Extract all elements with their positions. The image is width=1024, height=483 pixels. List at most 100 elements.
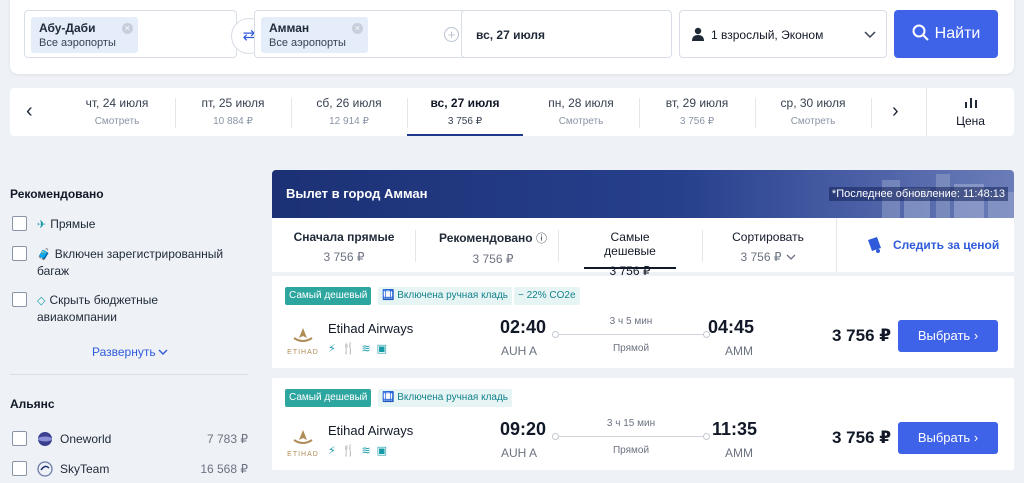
find-button[interactable]: Найти xyxy=(894,10,998,58)
follow-price-button[interactable]: Следить за ценой xyxy=(836,218,1014,272)
last-update: *Последнее обновление: 11:48:13 xyxy=(828,187,1008,201)
sort-direct-first[interactable]: Сначала прямые 3 756 ₽ xyxy=(286,218,402,272)
date-day: сб, 26 июля xyxy=(316,96,382,110)
results-header: Вылет в город Амман *Последнее обновлени… xyxy=(272,170,1014,218)
hand-luggage-text: Включена ручная кладь xyxy=(397,392,509,403)
select-label: Выбрать xyxy=(917,328,971,343)
flight-price: 3 756 ₽ xyxy=(832,326,892,345)
date-cell[interactable]: вт, 29 июля 3 756 ₽ xyxy=(639,88,755,136)
route-start-dot xyxy=(552,433,559,440)
sort-divider xyxy=(558,230,559,262)
date-cell[interactable]: пт, 25 июля 10 884 ₽ xyxy=(175,88,291,136)
flight-duration: 3 ч 15 мин xyxy=(606,418,656,429)
direct-label: Прямые xyxy=(50,217,96,231)
direct-option[interactable]: ✈ Прямые xyxy=(37,216,95,233)
date-day: пн, 28 июля xyxy=(548,96,614,110)
arrival-time: 04:45 xyxy=(708,317,755,337)
sort-value: 3 756 ₽ xyxy=(323,250,365,264)
skyteam-name: SkyTeam xyxy=(60,462,110,476)
skyteam-logo-icon xyxy=(37,461,53,477)
passengers-field[interactable]: 1 взрослый, Эконом xyxy=(679,10,887,58)
date-price: Смотреть xyxy=(558,116,604,127)
direct-checkbox[interactable] xyxy=(12,216,27,231)
sort-divider xyxy=(415,230,416,262)
power-icon: ⚡ xyxy=(328,445,342,457)
sort-bar: Сначала прямые 3 756 ₽ Рекомендовано ⓘ 3 7… xyxy=(272,218,1014,278)
departure-airport: AUH A xyxy=(501,344,538,358)
sort-value: 3 756 ₽ xyxy=(712,250,824,264)
baggage-checkbox[interactable] xyxy=(12,246,27,261)
date-strip: ‹ чт, 24 июля Смотреть пт, 25 июля 10 884 … xyxy=(10,88,1014,136)
sort-dropdown[interactable]: Сортировать 3 756 ₽ xyxy=(712,218,824,272)
date-field[interactable]: вс, 27 июля xyxy=(461,10,672,58)
date-day: вс, 27 июля xyxy=(430,96,500,110)
destination-field[interactable]: Амман Все аэропорты × + xyxy=(254,10,466,58)
info-icon[interactable]: ⓘ xyxy=(536,233,547,245)
meal-icon: 🍴 xyxy=(341,445,362,457)
date-price: Смотреть xyxy=(94,116,140,127)
select-button[interactable]: Выбрать › xyxy=(898,320,998,352)
sort-label: Самые дешевые xyxy=(604,230,656,258)
arrival-time: 11:35 xyxy=(712,419,758,439)
chevron-down-icon xyxy=(158,349,168,355)
skyteam-checkbox[interactable] xyxy=(12,461,27,476)
passengers-value: 1 взрослый, Эконом xyxy=(711,28,824,42)
route-start-dot xyxy=(552,331,559,338)
bar-chart-icon xyxy=(964,98,977,108)
date-day: пт, 25 июля xyxy=(201,96,265,110)
luggage-icon: 🛄 xyxy=(382,392,398,403)
flight-card[interactable]: Самый дешевый 🛄 Включена ручная кладь − … xyxy=(272,276,1014,368)
sort-recommended[interactable]: Рекомендовано ⓘ 3 756 ₽ xyxy=(428,218,558,272)
date-cell[interactable]: сб, 26 июля 12 914 ₽ xyxy=(291,88,407,136)
plane-icon: ✈ xyxy=(37,219,47,231)
sort-label: Рекомендовано ⓘ xyxy=(428,230,558,246)
cheapest-badge: Самый дешевый xyxy=(285,389,372,407)
search-icon xyxy=(912,24,929,41)
airline-name: Etihad Airways xyxy=(328,423,414,438)
flight-stops: Прямой xyxy=(612,343,650,354)
price-filter-button[interactable]: Цена xyxy=(926,88,1014,136)
wifi-icon: ≋ xyxy=(361,445,377,457)
select-button[interactable]: Выбрать › xyxy=(898,422,998,454)
oneworld-name: Oneworld xyxy=(60,432,112,446)
clear-origin-icon[interactable]: × xyxy=(121,23,133,34)
departure-time: 09:20 xyxy=(500,419,547,439)
sort-cheapest[interactable]: Самые дешевые 3 756 ₽ xyxy=(584,218,676,278)
amenities: ⚡🍴≋▣ xyxy=(328,342,393,355)
follow-price-label: Следить за ценой xyxy=(893,238,1000,252)
clear-destination-icon[interactable]: × xyxy=(351,23,363,34)
arrival-airport: AMM xyxy=(725,344,753,358)
prev-dates-icon[interactable]: ‹ xyxy=(26,100,33,123)
destination-city: Амман xyxy=(269,21,310,35)
chevron-right-icon: › xyxy=(973,328,979,343)
airline-name: Etihad Airways xyxy=(328,321,414,336)
oneworld-checkbox[interactable] xyxy=(12,431,27,446)
origin-field[interactable]: Абу-Даби Все аэропорты × xyxy=(24,10,237,58)
date-cell[interactable]: пн, 28 июля Смотреть xyxy=(523,88,639,136)
date-cell[interactable]: чт, 24 июля Смотреть xyxy=(59,88,175,136)
skyteam-price: 16 568 ₽ xyxy=(200,462,248,476)
meal-icon: 🍴 xyxy=(341,343,362,355)
baggage-option[interactable]: 🧳 Включен зарегистрированный багаж xyxy=(37,246,237,279)
arrival-airport: AMM xyxy=(725,446,753,460)
expand-link[interactable]: Развернуть xyxy=(92,345,168,359)
budget-checkbox[interactable] xyxy=(12,292,27,307)
hand-luggage-text: Включена ручная кладь xyxy=(397,290,509,301)
results-title: Вылет в город Амман xyxy=(286,186,428,201)
person-icon xyxy=(692,27,704,41)
date-cell-selected[interactable]: вс, 27 июля 3 756 ₽ xyxy=(407,88,523,136)
departure-airport: AUH A xyxy=(501,446,538,460)
date-cell[interactable]: ср, 30 июля Смотреть xyxy=(755,88,871,136)
co2-badge: − 22% CO2e xyxy=(514,287,580,305)
departure-time: 02:40 xyxy=(500,317,547,337)
sort-value: 3 756 ₽ xyxy=(472,252,514,266)
entertainment-icon: ▣ xyxy=(376,343,394,355)
power-icon: ⚡ xyxy=(328,343,342,355)
sidebar-divider xyxy=(10,374,248,375)
sort-value-text: 3 756 ₽ xyxy=(740,250,782,264)
flight-card[interactable]: Самый дешевый 🛄 Включена ручная кладь ET… xyxy=(272,378,1014,470)
chevron-right-icon: › xyxy=(973,430,979,445)
add-airport-icon[interactable]: + xyxy=(444,27,459,42)
next-dates-icon[interactable]: › xyxy=(892,100,899,123)
budget-option[interactable]: ◇ Скрыть бюджетные авиакомпании xyxy=(37,292,197,325)
